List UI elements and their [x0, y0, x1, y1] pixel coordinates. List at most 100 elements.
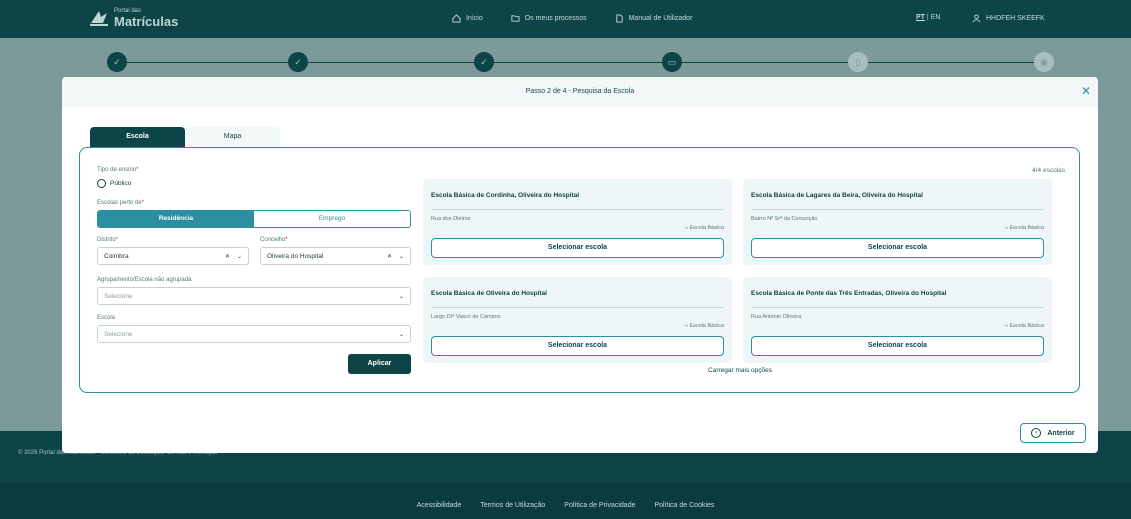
card-divider	[751, 209, 1044, 210]
radio-button[interactable]	[97, 179, 106, 188]
school-address: Largo Drº Vasco de Campos	[431, 314, 501, 320]
logo-big-text: Matrículas	[114, 13, 179, 29]
escola-select[interactable]: Selecione ⌄	[97, 325, 411, 343]
modal-tabs: Escola Mapa	[90, 127, 280, 147]
clear-icon[interactable]: ✕	[225, 253, 230, 260]
nav-inicio[interactable]: Início	[452, 14, 483, 23]
school-type: ⌂ Escola Básica	[1004, 323, 1044, 329]
footer-link-privacidade[interactable]: Política de Privacidade	[564, 502, 635, 509]
agrupamento-select[interactable]: Selecione ⌄	[97, 287, 411, 305]
nav-manual[interactable]: Manual de Utilizador	[615, 14, 692, 23]
load-more-link[interactable]: Carregar mais opções	[420, 367, 1060, 374]
step-1-done: ✓	[107, 52, 127, 72]
concelho-select[interactable]: Oliveira do Hospital ✕ ⌄	[260, 247, 411, 265]
concelho-label: Concelho*	[260, 237, 288, 243]
user-menu[interactable]: HHDFEH SKEEFK	[972, 14, 1045, 23]
results-count: 4/4 escolas	[1032, 167, 1065, 174]
footer-links: Acessibilidade Termos de Utilização Polí…	[0, 502, 1131, 509]
school-type: ⌂ Escola Básica	[684, 323, 724, 329]
agrupamento-label: Agrupamento/Escola não agrupada	[97, 277, 192, 283]
footer-link-termos[interactable]: Termos de Utilização	[480, 502, 545, 509]
tipo-ensino-label: Tipo de ensino*	[97, 167, 139, 173]
lang-en[interactable]: EN	[931, 14, 941, 21]
modal-title: Passo 2 de 4 - Pesquisa da Escola	[525, 88, 635, 95]
apply-button[interactable]: Aplicar	[348, 354, 411, 374]
step-4-current: ▭	[662, 52, 682, 72]
stepper-line	[117, 62, 1047, 63]
concelho-value: Oliveira do Hospital	[267, 252, 324, 260]
school-icon: ⌂	[684, 225, 688, 231]
select-school-button[interactable]: Selecionar escola	[751, 336, 1044, 356]
school-name: Escola Básica de Ponte das Três Entradas…	[751, 290, 947, 297]
school-icon: ⌂	[684, 323, 688, 329]
chevron-down-icon[interactable]: ⌄	[399, 253, 404, 260]
chevron-down-icon[interactable]: ⌄	[399, 293, 404, 300]
school-name: Escola Básica de Oliveira do Hospital	[431, 290, 547, 297]
select-school-button[interactable]: Selecionar escola	[751, 238, 1044, 258]
chevron-down-icon[interactable]: ⌄	[399, 331, 404, 338]
check-icon: ✓	[480, 56, 488, 67]
portal-logo-icon	[90, 11, 108, 26]
language-switcher: PT | EN	[916, 14, 940, 21]
tab-mapa[interactable]: Mapa	[185, 127, 280, 147]
escola-label: Escola	[97, 315, 116, 321]
radio-publico-label: Público	[110, 180, 132, 187]
footer-link-acessibilidade[interactable]: Acessibilidade	[417, 502, 462, 509]
nav-inicio-label: Início	[466, 15, 483, 22]
school-address: Rua dos Oleiros	[431, 216, 471, 222]
toggle-residencia[interactable]: Residência	[98, 211, 254, 227]
check-icon: ✓	[294, 56, 302, 67]
school-type: ⌂ Escola Básica	[684, 225, 724, 231]
school-card: Escola Básica de Oliveira do Hospital La…	[423, 277, 732, 363]
top-navigation-bar: Portal das Matrículas Início Os meus pro…	[0, 0, 1131, 38]
nav-processos[interactable]: Os meus processos	[511, 14, 587, 23]
radio-publico[interactable]: Público	[97, 179, 131, 188]
step-6-todo: ◉	[1034, 52, 1054, 72]
escola-placeholder: Selecione	[104, 330, 133, 338]
step-3-done: ✓	[474, 52, 494, 72]
portal-logo[interactable]: Portal das Matrículas	[88, 7, 178, 29]
card-divider	[751, 307, 1044, 308]
step-5-todo: ▯	[848, 52, 868, 72]
agrupamento-placeholder: Selecione	[104, 292, 133, 300]
nav-processos-label: Os meus processos	[524, 15, 587, 22]
search-panel: Tipo de ensino* Público Escolas perto de…	[79, 147, 1080, 393]
school-icon: ⌂	[1004, 323, 1008, 329]
clear-icon[interactable]: ✕	[387, 253, 392, 260]
school-icon: ▭	[667, 56, 677, 67]
back-button[interactable]: ‹ Anterior	[1020, 423, 1086, 443]
folder-icon	[511, 15, 520, 22]
select-school-button[interactable]: Selecionar escola	[431, 238, 724, 258]
chevron-down-icon[interactable]: ⌄	[237, 253, 242, 260]
eye-icon: ◉	[1040, 56, 1048, 67]
school-type: ⌂ Escola Básica	[1004, 225, 1044, 231]
tab-escola[interactable]: Escola	[90, 127, 185, 147]
card-divider	[431, 307, 724, 308]
toggle-emprego[interactable]: Emprego	[254, 211, 410, 227]
step-2-done: ✓	[288, 52, 308, 72]
school-card: Escola Básica de Ponte das Três Entradas…	[743, 277, 1052, 363]
lang-pt[interactable]: PT	[916, 14, 925, 21]
user-icon	[972, 14, 981, 23]
lang-separator: |	[926, 14, 929, 21]
main-nav: Início Os meus processos Manual de Utili…	[452, 14, 692, 23]
footer-bottom-bar	[0, 483, 1131, 519]
distrito-label: Distrito*	[97, 237, 119, 243]
card-divider	[431, 209, 724, 210]
chevron-left-icon: ‹	[1031, 428, 1042, 438]
modal-header: Passo 2 de 4 - Pesquisa da Escola ✕	[62, 77, 1098, 107]
school-name: Escola Básica de Lagares da Beira, Olive…	[751, 192, 923, 199]
school-address: Rua António Oliveira	[751, 314, 802, 320]
stepper-background	[0, 38, 1131, 78]
check-icon: ✓	[113, 56, 121, 67]
school-name: Escola Básica de Cordinha, Oliveira do H…	[431, 192, 580, 199]
close-icon[interactable]: ✕	[1081, 85, 1091, 97]
school-icon: ⌂	[1004, 225, 1008, 231]
select-school-button[interactable]: Selecionar escola	[431, 336, 724, 356]
school-card: Escola Básica de Cordinha, Oliveira do H…	[423, 179, 732, 265]
user-name: HHDFEH SKEEFK	[986, 15, 1045, 22]
distrito-select[interactable]: Coimbra ✕ ⌄	[97, 247, 249, 265]
footer-link-cookies[interactable]: Política de Cookies	[655, 502, 715, 509]
home-icon	[452, 14, 461, 23]
document-icon: ▯	[855, 56, 861, 67]
